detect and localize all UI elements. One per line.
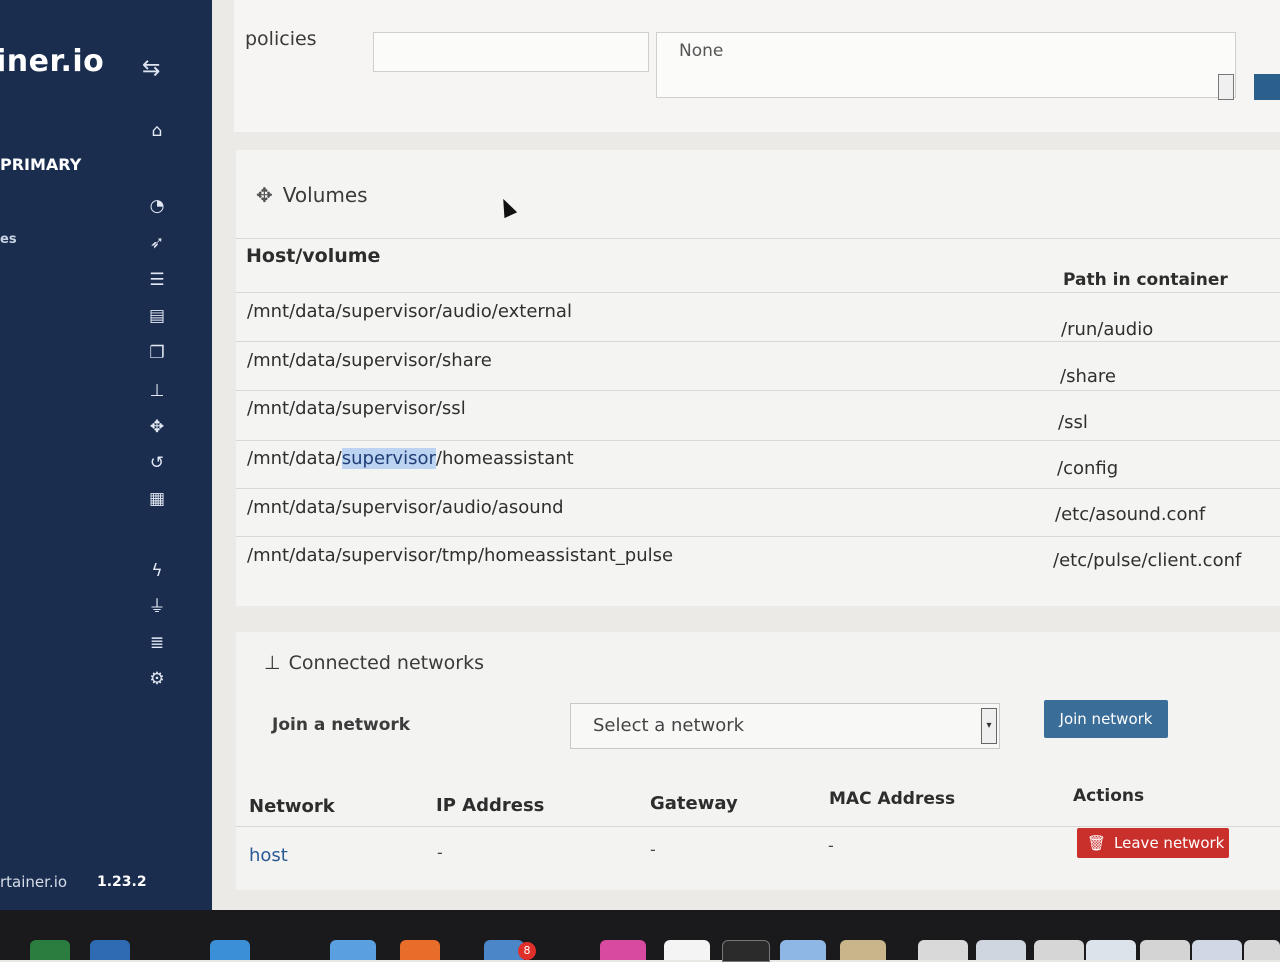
dashboard-icon[interactable]: ◔ bbox=[146, 195, 168, 217]
col-actions: Actions bbox=[1073, 786, 1145, 806]
policy-field[interactable] bbox=[373, 32, 649, 72]
dock-app-icon[interactable] bbox=[30, 940, 70, 960]
volume-path-cell: /etc/pulse/client.conf bbox=[1053, 550, 1242, 571]
networks-title: ⊥ Connected networks bbox=[264, 652, 484, 674]
host-suffix: /homeassistant bbox=[435, 448, 574, 469]
network-select-placeholder: Select a network bbox=[593, 715, 745, 736]
ip-value: - bbox=[437, 843, 443, 862]
dock-app-icon[interactable] bbox=[600, 940, 646, 960]
dock-app-icon[interactable] bbox=[840, 940, 886, 960]
volume-path-cell: /ssl bbox=[1058, 412, 1088, 433]
volumes-panel bbox=[236, 150, 1280, 606]
stacks-icon[interactable]: ☰ bbox=[146, 269, 168, 291]
sidebar: iner.io ⇆ ⌂ PRIMARY ◔ es ➶ ☰ ▤ ❐ ⊥ ✥ ↺ ▦… bbox=[0, 0, 212, 910]
leave-network-label: Leave network bbox=[1114, 834, 1225, 852]
update-policy-button[interactable] bbox=[1254, 74, 1280, 100]
host-icon[interactable]: ▦ bbox=[146, 488, 168, 510]
chevron-down-icon[interactable]: ▾ bbox=[981, 708, 997, 744]
col-mac-address: MAC Address bbox=[829, 789, 956, 809]
join-network-label: Join a network bbox=[272, 715, 411, 735]
brand-logo[interactable]: iner.io bbox=[0, 44, 104, 79]
sidebar-item-fragment[interactable]: es bbox=[0, 232, 17, 247]
dock-app-icon[interactable] bbox=[90, 940, 130, 960]
notification-badge: 8 bbox=[518, 942, 536, 960]
volumes-icon[interactable]: ✥ bbox=[146, 416, 168, 438]
volume-host-cell: /mnt/data/supervisor/audio/external bbox=[247, 301, 572, 322]
containers-icon[interactable]: ▤ bbox=[146, 305, 168, 327]
leave-network-button[interactable]: 🗑 Leave network bbox=[1077, 828, 1229, 858]
volume-host-cell: /mnt/data/supervisor/audio/asound bbox=[247, 497, 564, 518]
dock-app-icon[interactable] bbox=[330, 940, 376, 960]
selected-text: supervisor bbox=[341, 448, 436, 469]
volumes-icon: ✥ bbox=[256, 183, 273, 207]
volume-path-cell: /etc/asound.conf bbox=[1055, 504, 1206, 525]
registries-icon[interactable]: ≣ bbox=[146, 632, 168, 654]
settings-icon[interactable]: ⚙ bbox=[146, 668, 168, 690]
mac-value: - bbox=[828, 836, 834, 855]
app-templates-icon[interactable]: ➶ bbox=[146, 232, 168, 254]
switch-icon[interactable]: ⇆ bbox=[142, 56, 160, 81]
dock-window-thumb[interactable] bbox=[918, 940, 968, 960]
footer-brand: rtainer.io bbox=[0, 873, 68, 891]
network-link-host[interactable]: host bbox=[249, 845, 288, 866]
endpoint-label: PRIMARY bbox=[0, 155, 82, 174]
dock-window-thumb[interactable] bbox=[1086, 940, 1136, 960]
dock-app-icon[interactable] bbox=[210, 940, 250, 960]
terminal-icon[interactable] bbox=[722, 940, 770, 962]
col-network: Network bbox=[249, 796, 335, 817]
restart-policy-value: None bbox=[679, 41, 724, 61]
version-label: 1.23.2 bbox=[97, 874, 147, 890]
volume-path-cell: /run/audio bbox=[1061, 319, 1154, 340]
volume-path-cell: /config bbox=[1057, 458, 1119, 479]
dock-window-thumb[interactable] bbox=[1244, 940, 1280, 960]
volume-host-cell: /mnt/data/supervisor/homeassistant bbox=[247, 448, 574, 469]
gateway-value: - bbox=[650, 840, 656, 859]
endpoints-icon[interactable]: ⏚ bbox=[146, 596, 168, 618]
networks-icon[interactable]: ⊥ bbox=[146, 380, 168, 402]
dock-app-icon[interactable] bbox=[780, 940, 826, 960]
volume-host-cell: /mnt/data/supervisor/ssl bbox=[247, 398, 466, 419]
chevron-down-icon[interactable] bbox=[1218, 74, 1234, 100]
restart-policy-select[interactable]: None bbox=[656, 32, 1236, 98]
home-icon[interactable]: ⌂ bbox=[146, 120, 168, 142]
dock-window-thumb[interactable] bbox=[1034, 940, 1084, 960]
trash-icon: 🗑 bbox=[1087, 834, 1107, 852]
volumes-title-text: Volumes bbox=[282, 183, 368, 207]
dock-window-thumb[interactable] bbox=[976, 940, 1026, 960]
policies-label: policies bbox=[245, 28, 317, 50]
volume-path-cell: /share bbox=[1060, 366, 1116, 387]
volume-host-cell: /mnt/data/supervisor/share bbox=[247, 350, 492, 371]
dock-app-icon[interactable] bbox=[400, 940, 440, 960]
images-icon[interactable]: ❐ bbox=[146, 342, 168, 364]
join-network-button[interactable]: Join network bbox=[1044, 700, 1168, 738]
dock-app-icon[interactable] bbox=[664, 940, 710, 960]
network-select[interactable]: Select a network ▾ bbox=[570, 703, 1000, 749]
volumes-title: ✥ Volumes bbox=[256, 183, 368, 207]
volume-host-cell: /mnt/data/supervisor/tmp/homeassistant_p… bbox=[247, 545, 674, 566]
dock-window-thumb[interactable] bbox=[1140, 940, 1190, 960]
networks-icon: ⊥ bbox=[264, 652, 281, 674]
events-icon[interactable]: ↺ bbox=[146, 452, 168, 474]
dock-window-thumb[interactable] bbox=[1192, 940, 1242, 960]
networks-title-text: Connected networks bbox=[288, 652, 484, 674]
host-prefix: /mnt/data/ bbox=[247, 448, 342, 469]
col-gateway: Gateway bbox=[650, 793, 738, 814]
col-path-in-container: Path in container bbox=[1063, 270, 1228, 290]
col-host-volume: Host/volume bbox=[246, 245, 381, 267]
col-ip-address: IP Address bbox=[436, 795, 545, 816]
extensions-icon[interactable]: ϟ bbox=[146, 560, 168, 582]
